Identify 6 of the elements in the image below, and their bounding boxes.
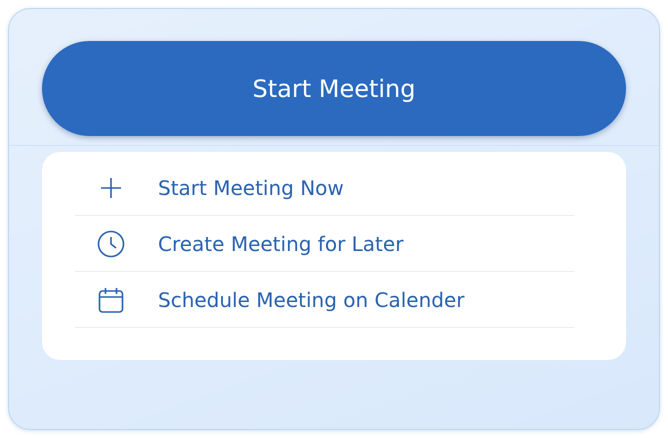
clock-icon: [97, 230, 125, 258]
calendar-icon: [97, 286, 125, 314]
menu-item[interactable]: Schedule Meeting on Calender: [158, 288, 465, 312]
start-meeting-button[interactable]: Start Meeting: [42, 41, 626, 136]
menu-item[interactable]: Create Meeting for Later: [158, 232, 404, 256]
menu-item[interactable]: Start Meeting Now: [158, 176, 344, 200]
